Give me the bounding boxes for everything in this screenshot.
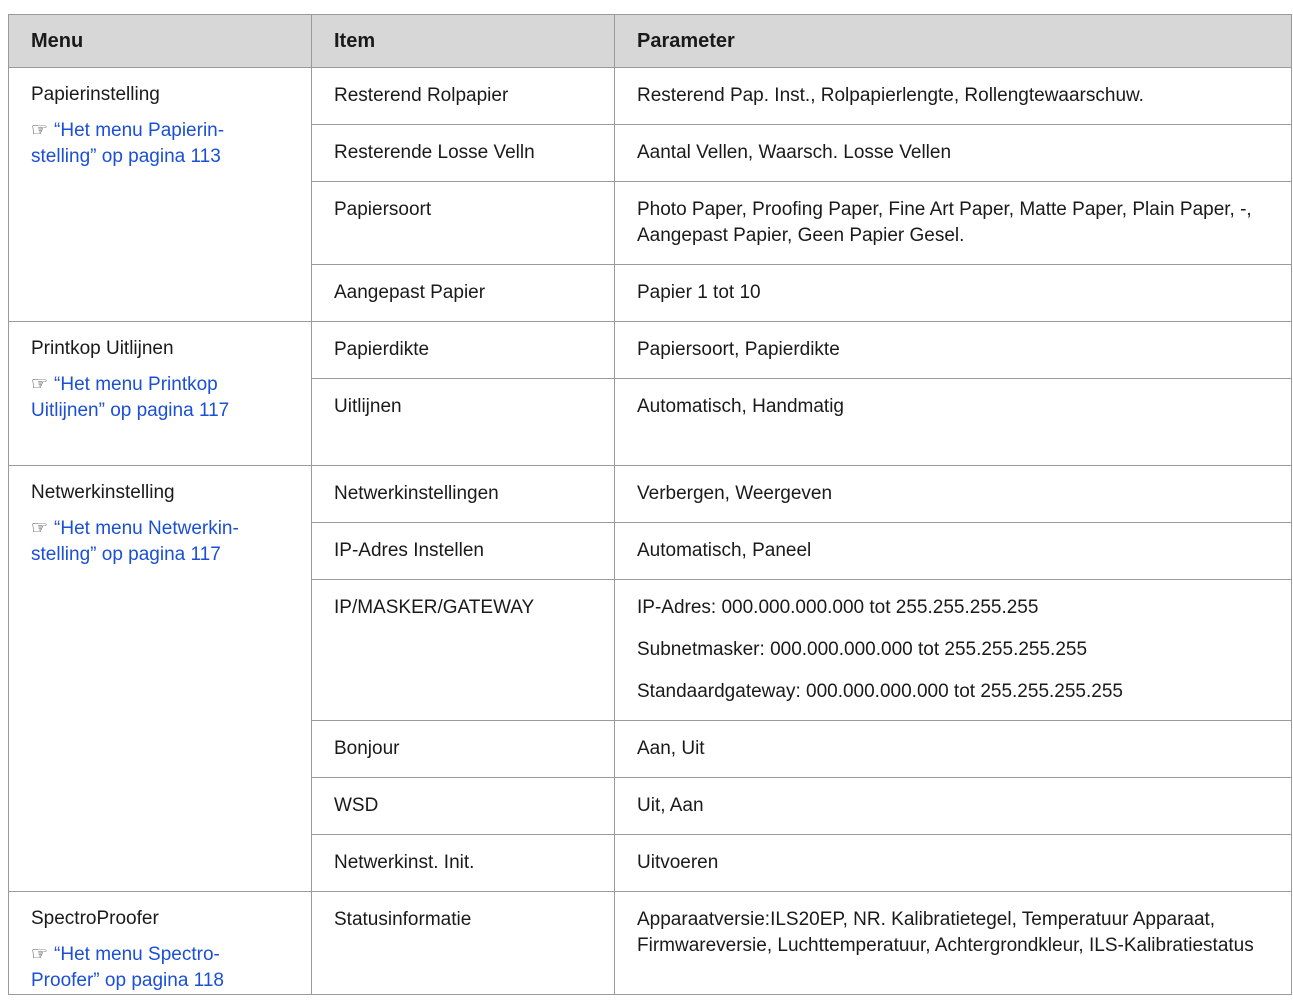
- pointing-hand-icon: ☞: [31, 374, 49, 395]
- menu-title: Printkop Uitlijnen: [31, 338, 174, 359]
- link-text[interactable]: Uitlijnen” op pagina 117: [31, 400, 229, 421]
- menu-reference-link[interactable]: ☞ “Het menu Printkop Uitlijnen” op pagina…: [31, 372, 293, 424]
- parameter-cell: Photo Paper, Proofing Paper, Fine Art Pa…: [614, 181, 1292, 265]
- parameter-text: Apparaatversie:ILS20EP, NR. Kalibratiete…: [637, 909, 1254, 956]
- header-parameter: Parameter: [614, 14, 1292, 68]
- pointing-hand-icon: ☞: [31, 518, 49, 539]
- item-cell: IP-Adres Instellen: [311, 522, 615, 580]
- parameter-cell: Automatisch, Paneel: [614, 522, 1292, 580]
- parameter-text: Subnetmasker: 000.000.000.000 tot 255.25…: [637, 639, 1088, 660]
- parameter-text: Verbergen, Weergeven: [637, 483, 833, 504]
- item-cell: Statusinformatie: [311, 891, 615, 995]
- page: Menu Item Parameter Papierinstelling ☞ “H…: [0, 0, 1293, 1001]
- link-text[interactable]: “Het menu Printkop: [54, 374, 218, 395]
- item-cell: Netwerkinstellingen: [311, 465, 615, 523]
- parameter-text: Uitvoeren: [637, 852, 719, 873]
- pointing-hand-icon: ☞: [31, 944, 49, 965]
- parameter-text: Resterend Pap. Inst., Rolpapierlengte, R…: [637, 85, 1144, 106]
- parameter-text: Photo Paper, Proofing Paper, Fine Art Pa…: [637, 199, 1252, 246]
- parameter-cell: Verbergen, Weergeven: [614, 465, 1292, 523]
- item-cell: Resterende Losse Velln: [311, 124, 615, 182]
- table-row: Netwerkinstelling ☞ “Het menu Netwerkin- …: [8, 465, 1292, 892]
- parameter-text: Automatisch, Paneel: [637, 540, 812, 561]
- parameter-text: Papier 1 tot 10: [637, 282, 761, 303]
- item-cell: Uitlijnen: [311, 378, 615, 466]
- parameter-text: IP-Adres: 000.000.000.000 tot 255.255.25…: [637, 597, 1039, 618]
- menu-cell: Papierinstelling ☞ “Het menu Papierin- st…: [8, 67, 312, 322]
- parameter-text: Uit, Aan: [637, 795, 704, 816]
- item-cell: Aangepast Papier: [311, 264, 615, 322]
- parameter-text: Standaardgateway: 000.000.000.000 tot 25…: [637, 681, 1123, 702]
- table-row: Printkop Uitlijnen ☞ “Het menu Printkop U…: [8, 321, 1292, 466]
- item-cell: IP/MASKER/GATEWAY: [311, 579, 615, 721]
- parameter-cell: Automatisch, Handmatig: [614, 378, 1292, 466]
- pointing-hand-icon: ☞: [31, 120, 49, 141]
- parameter-text: Papiersoort, Papierdikte: [637, 339, 840, 360]
- parameter-text: Aan, Uit: [637, 738, 705, 759]
- link-text[interactable]: “Het menu Papierin-: [54, 120, 224, 141]
- table-header-row: Menu Item Parameter: [8, 14, 1292, 68]
- menu-title: SpectroProofer: [31, 908, 159, 929]
- parameter-cell: Aantal Vellen, Waarsch. Losse Vellen: [614, 124, 1292, 182]
- item-cell: Resterend Rolpapier: [311, 67, 615, 125]
- menu-reference-link[interactable]: ☞ “Het menu Netwerkin- stelling” op pagin…: [31, 516, 293, 568]
- link-text[interactable]: Proofer” op pagina 118: [31, 970, 224, 991]
- parameter-cell: Uitvoeren: [614, 834, 1292, 892]
- link-text[interactable]: “Het menu Spectro-: [54, 944, 220, 965]
- parameter-cell: Papiersoort, Papierdikte: [614, 321, 1292, 379]
- link-text[interactable]: stelling” op pagina 117: [31, 544, 221, 565]
- item-cell: WSD: [311, 777, 615, 835]
- parameter-text: Aantal Vellen, Waarsch. Losse Vellen: [637, 142, 952, 163]
- item-cell: Netwerkinst. Init.: [311, 834, 615, 892]
- parameter-cell: Apparaatversie:ILS20EP, NR. Kalibratiete…: [614, 891, 1292, 995]
- link-text[interactable]: stelling” op pagina 113: [31, 146, 221, 167]
- table-row: SpectroProofer ☞ “Het menu Spectro- Proof…: [8, 891, 1292, 995]
- menu-cell: Printkop Uitlijnen ☞ “Het menu Printkop U…: [8, 321, 312, 466]
- header-item: Item: [311, 14, 615, 68]
- menu-table: Menu Item Parameter Papierinstelling ☞ “H…: [8, 14, 1292, 995]
- parameter-cell: Papier 1 tot 10: [614, 264, 1292, 322]
- parameter-text: Automatisch, Handmatig: [637, 396, 844, 417]
- item-cell: Papiersoort: [311, 181, 615, 265]
- parameter-cell: Aan, Uit: [614, 720, 1292, 778]
- menu-cell: Netwerkinstelling ☞ “Het menu Netwerkin- …: [8, 465, 312, 892]
- menu-cell: SpectroProofer ☞ “Het menu Spectro- Proof…: [8, 891, 312, 995]
- parameter-cell: Resterend Pap. Inst., Rolpapierlengte, R…: [614, 67, 1292, 125]
- menu-title: Papierinstelling: [31, 84, 160, 105]
- link-text[interactable]: “Het menu Netwerkin-: [54, 518, 239, 539]
- header-menu: Menu: [8, 14, 312, 68]
- menu-reference-link[interactable]: ☞ “Het menu Papierin- stelling” op pagina…: [31, 118, 293, 170]
- menu-title: Netwerkinstelling: [31, 482, 175, 503]
- parameter-cell: IP-Adres: 000.000.000.000 tot 255.255.25…: [614, 579, 1292, 721]
- table-row: Papierinstelling ☞ “Het menu Papierin- st…: [8, 67, 1292, 322]
- parameter-cell: Uit, Aan: [614, 777, 1292, 835]
- item-cell: Bonjour: [311, 720, 615, 778]
- menu-reference-link[interactable]: ☞ “Het menu Spectro- Proofer” op pagina 1…: [31, 942, 293, 994]
- item-cell: Papierdikte: [311, 321, 615, 379]
